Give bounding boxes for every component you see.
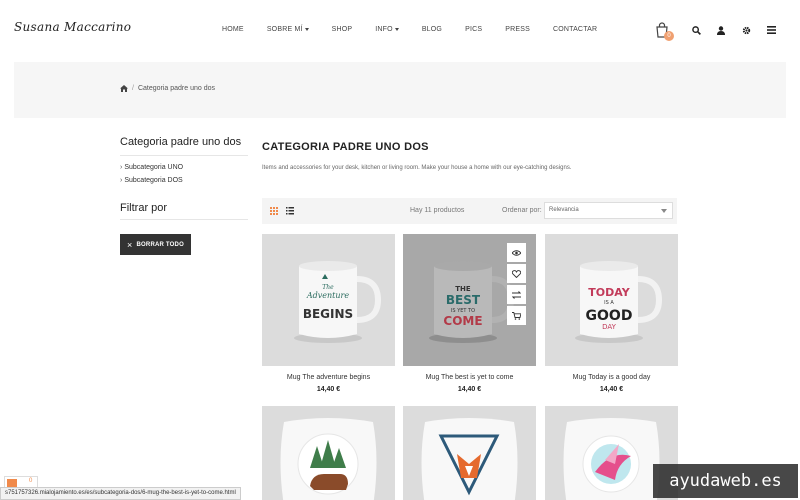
- nav-press[interactable]: PRESS: [505, 26, 530, 33]
- mug-image: TODAY IS A GOOD DAY: [575, 261, 663, 343]
- product-price: 14,40 €: [316, 386, 341, 393]
- mug-art-text: DAY: [602, 323, 617, 331]
- site-header: Susana Maccarino HOME SOBRE MÍ SHOP INFO…: [0, 0, 800, 60]
- product-image[interactable]: [262, 406, 395, 500]
- like-count: 0: [29, 478, 33, 484]
- chevron-right-icon: ›: [120, 177, 123, 184]
- user-icon: [717, 25, 725, 35]
- caret-down-icon: [304, 27, 309, 31]
- mug-art-text: Adventure: [306, 291, 349, 300]
- gear-icon: [742, 26, 750, 34]
- nav-info[interactable]: INFO: [375, 26, 399, 33]
- close-icon: ×: [127, 239, 133, 250]
- products-toolbar: Hay 11 productos Ordenar por: Relevancia: [262, 198, 677, 224]
- account-button[interactable]: [716, 25, 726, 35]
- mug-art-text: IS A: [604, 300, 614, 306]
- product-image[interactable]: TODAY IS A GOOD DAY: [545, 234, 678, 366]
- cushion-image: [421, 418, 518, 500]
- product-name[interactable]: Mug The adventure begins: [262, 374, 395, 381]
- product-name[interactable]: Mug Today is a good day: [545, 374, 678, 381]
- divider: [120, 155, 248, 156]
- chevron-right-icon: ›: [120, 164, 123, 171]
- watermark: ayudaweb.es: [653, 464, 798, 498]
- sort-label: Ordenar por:: [502, 207, 542, 214]
- page: Susana Maccarino HOME SOBRE MÍ SHOP INFO…: [0, 0, 800, 500]
- product-name[interactable]: Mug The best is yet to come: [403, 374, 536, 381]
- mug-art-text: BEGINS: [303, 307, 353, 321]
- search-button[interactable]: [691, 25, 701, 35]
- nav-sobre-mi[interactable]: SOBRE MÍ: [267, 26, 309, 33]
- nav-shop[interactable]: SHOP: [332, 26, 353, 33]
- nav-pics[interactable]: PICS: [465, 26, 482, 33]
- like-icon: [7, 479, 17, 487]
- quick-view-button[interactable]: [507, 243, 526, 262]
- product-image[interactable]: The Adventure BEGINS: [262, 234, 395, 366]
- clear-all-button[interactable]: × BORRAR TODO: [120, 234, 191, 255]
- breadcrumb-current: Categoria padre uno dos: [137, 85, 216, 92]
- main-nav: HOME SOBRE MÍ SHOP INFO BLOG PICS PRESS …: [222, 26, 620, 33]
- mug-art-text: THE: [455, 285, 471, 293]
- cart-count-badge: 0: [664, 31, 674, 41]
- heart-icon: [512, 269, 521, 278]
- caret-down-icon: [394, 27, 399, 31]
- wishlist-button[interactable]: [507, 264, 526, 283]
- breadcrumb: / Categoria padre uno dos: [120, 85, 215, 92]
- nav-contactar[interactable]: CONTACTAR: [553, 26, 597, 33]
- sort-select[interactable]: Relevancia: [544, 202, 673, 219]
- mug-art-text: BEST: [446, 293, 481, 307]
- grid-view-icon[interactable]: [270, 207, 278, 215]
- filter-title: Filtrar por: [120, 202, 168, 214]
- product-price: 14,40 €: [599, 386, 624, 393]
- cushion-image: [280, 418, 377, 500]
- category-description: Items and accessories for your desk, kit…: [262, 165, 572, 171]
- mug-art-text: GOOD: [586, 308, 633, 324]
- sidebar-category-title: Categoria padre uno dos: [120, 136, 242, 148]
- product-count: Hay 11 productos: [410, 207, 465, 214]
- nav-home[interactable]: HOME: [222, 26, 244, 33]
- status-bar-url: s751757326.mialojamiento.es/es/subcatego…: [0, 487, 241, 500]
- header-icons: 0: [655, 20, 791, 41]
- page-title: CATEGORIA PADRE UNO DOS: [262, 141, 429, 153]
- eye-icon: [512, 249, 521, 256]
- product-image[interactable]: [403, 406, 536, 500]
- cart-icon: [512, 311, 521, 320]
- subcategory-link-uno[interactable]: › Subcategoria UNO: [120, 164, 183, 171]
- breadcrumb-separator: /: [132, 85, 134, 92]
- settings-button[interactable]: [741, 25, 751, 35]
- compare-icon: [512, 290, 521, 299]
- home-icon[interactable]: [120, 85, 128, 92]
- chevron-down-icon: [661, 209, 667, 213]
- product-price: 14,40 €: [457, 386, 482, 393]
- mug-image: The Adventure BEGINS: [294, 261, 382, 343]
- list-view-icon[interactable]: [286, 207, 294, 215]
- search-icon: [691, 25, 701, 35]
- add-to-cart-button[interactable]: [507, 306, 526, 325]
- menu-icon: [766, 26, 776, 34]
- divider: [120, 219, 248, 220]
- menu-button[interactable]: [766, 25, 776, 35]
- site-logo[interactable]: Susana Maccarino: [14, 20, 131, 34]
- compare-button[interactable]: [507, 285, 526, 304]
- nav-blog[interactable]: BLOG: [422, 26, 442, 33]
- mug-art-text: The: [322, 284, 334, 291]
- subcategory-link-dos[interactable]: › Subcategoria DOS: [120, 177, 183, 184]
- mug-art-text: TODAY: [588, 286, 630, 299]
- cart-button[interactable]: 0: [655, 22, 674, 41]
- mug-art-text: COME: [443, 314, 482, 328]
- sort-selected-value: Relevancia: [549, 207, 579, 213]
